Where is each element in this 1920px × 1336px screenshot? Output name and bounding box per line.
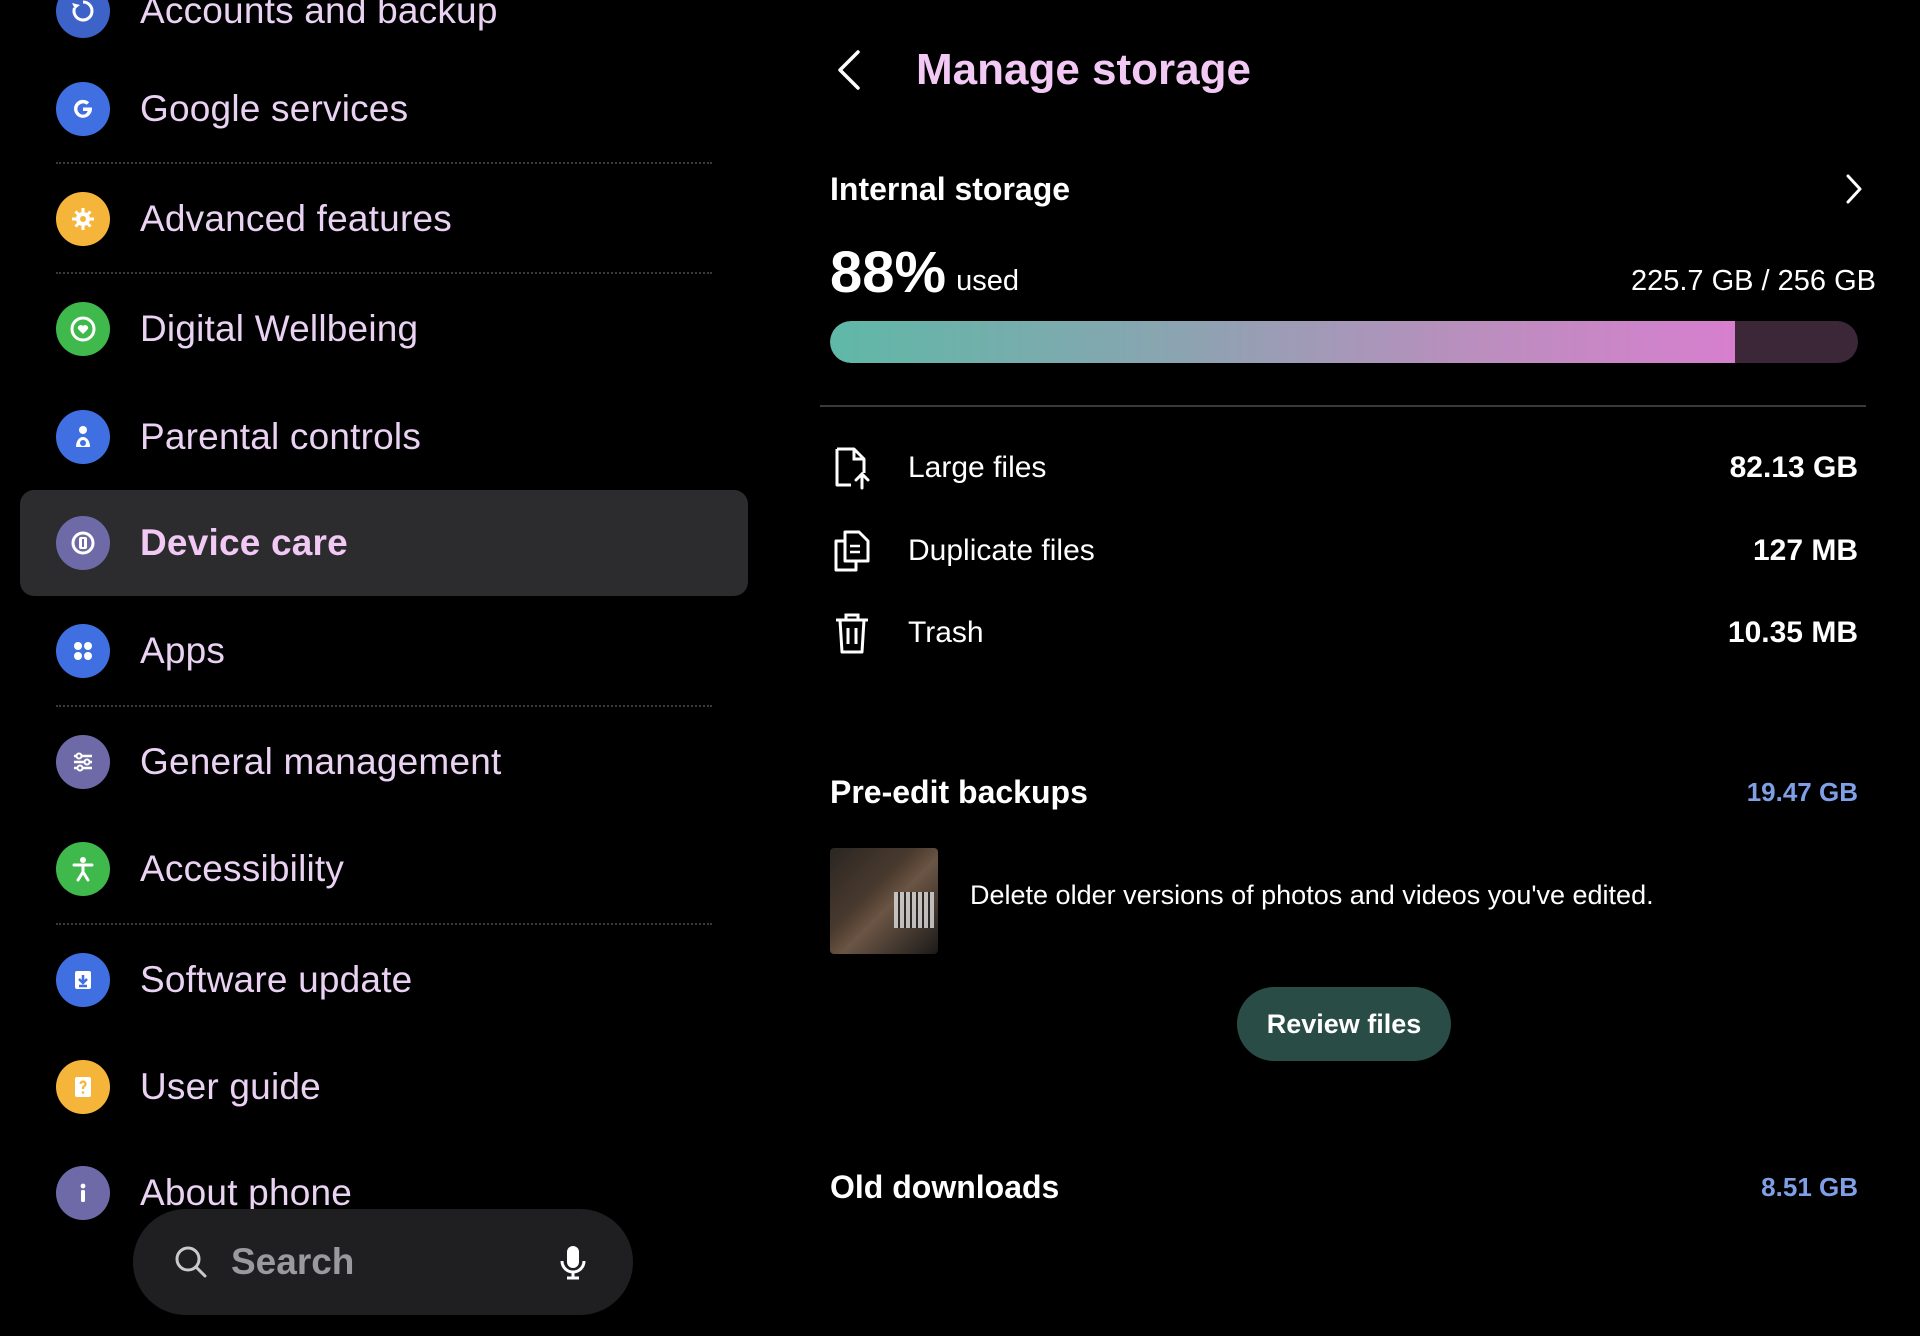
top-app-bar: Manage storage [820,30,1251,110]
list-item-large-files[interactable]: Large files 82.13 GB [830,438,1858,498]
apps-grid-icon [56,624,110,678]
sync-icon [56,0,110,38]
heart-circle-icon [56,302,110,356]
sidebar-item-software-update[interactable]: Software update [20,927,748,1033]
divider [820,405,1866,407]
large-file-icon [830,446,874,490]
search-bar[interactable]: Search [133,1209,633,1315]
google-g-icon [56,82,110,136]
puzzle-gear-icon [56,192,110,246]
storage-percent: 88% [830,240,947,305]
sidebar-item-label: Accounts and backup [140,0,498,31]
old-downloads-header[interactable]: Old downloads 8.51 GB [830,1162,1858,1212]
duplicate-files-icon [830,529,874,573]
internal-storage-row[interactable]: Internal storage [830,164,1880,214]
sidebar-item-label: General management [140,741,502,782]
download-icon [56,953,110,1007]
sidebar-item-general-management[interactable]: General management [20,709,748,815]
sidebar-item-google-services[interactable]: Google services [20,56,748,162]
list-item-size: 127 MB [1752,534,1858,567]
divider [56,272,712,274]
sidebar-item-label: About phone [140,1172,353,1213]
divider [56,162,712,164]
sidebar-item-label: Accessibility [140,848,345,889]
sidebar-item-label: Apps [140,630,226,671]
manage-storage-pane: Manage storage Internal storage 88% used… [820,0,1880,1336]
storage-summary: 88% used 225.7 GB / 256 GB [830,232,1876,302]
sidebar-item-accounts-backup[interactable]: Accounts and backup [20,0,748,64]
pre-edit-backups-header[interactable]: Pre-edit backups 19.47 GB [830,767,1858,817]
sidebar-item-user-guide[interactable]: User guide [20,1034,748,1140]
sidebar-item-label: User guide [140,1066,321,1107]
chevron-left-icon [838,50,860,90]
sidebar-item-label: Digital Wellbeing [140,308,419,349]
list-item-size: 10.35 MB [1727,616,1858,649]
sidebar-item-label: Device care [140,522,348,563]
info-icon [56,1166,110,1220]
list-item-label: Trash [908,616,984,649]
divider [56,705,712,707]
settings-list: Accounts and backup Google services Adva… [0,0,760,1336]
sidebar-item-label: Advanced features [140,198,452,239]
storage-used-label: used [956,265,1019,297]
sidebar-item-device-care[interactable]: Device care [20,490,748,596]
sliders-icon [56,735,110,789]
sidebar-item-parental-controls[interactable]: Parental controls [20,384,748,490]
device-care-icon [56,516,110,570]
sidebar-item-digital-wellbeing[interactable]: Digital Wellbeing [20,276,748,382]
list-item-label: Duplicate files [908,534,1095,567]
internal-storage-label: Internal storage [830,170,1071,207]
section-title: Pre-edit backups [830,773,1088,810]
trash-icon [830,611,874,655]
list-item-trash[interactable]: Trash 10.35 MB [830,603,1858,663]
sidebar-item-label: Software update [140,959,413,1000]
sidebar-item-accessibility[interactable]: Accessibility [20,816,748,922]
back-button[interactable] [826,40,872,100]
sidebar-item-advanced-features[interactable]: Advanced features [20,166,748,272]
pre-edit-description: Delete older versions of photos and vide… [970,880,1654,910]
storage-progress-fill [830,321,1735,363]
chevron-right-icon [1836,169,1872,209]
search-icon [175,1246,207,1278]
photo-thumbnail [830,848,938,954]
list-item-duplicate-files[interactable]: Duplicate files 127 MB [830,521,1858,581]
list-item-size: 82.13 GB [1729,451,1858,484]
section-title: Old downloads [830,1168,1060,1205]
help-book-icon [56,1060,110,1114]
settings-screen: Accounts and backup Google services Adva… [0,0,1920,1336]
page-title: Manage storage [916,45,1251,94]
review-files-button[interactable]: Review files [1237,987,1451,1061]
storage-progress-bar [830,321,1858,363]
list-item-label: Large files [908,451,1047,484]
sidebar-item-apps[interactable]: Apps [20,598,748,704]
search-input[interactable]: Search [231,1241,553,1283]
section-size: 19.47 GB [1746,776,1858,807]
storage-total: 225.7 GB / 256 GB [1630,265,1876,297]
divider [56,923,712,925]
microphone-icon[interactable] [553,1242,593,1282]
accessibility-person-icon [56,842,110,896]
parent-child-icon [56,410,110,464]
sidebar-item-label: Google services [140,88,409,129]
section-size: 8.51 GB [1761,1171,1858,1202]
sidebar-item-label: Parental controls [140,416,422,457]
